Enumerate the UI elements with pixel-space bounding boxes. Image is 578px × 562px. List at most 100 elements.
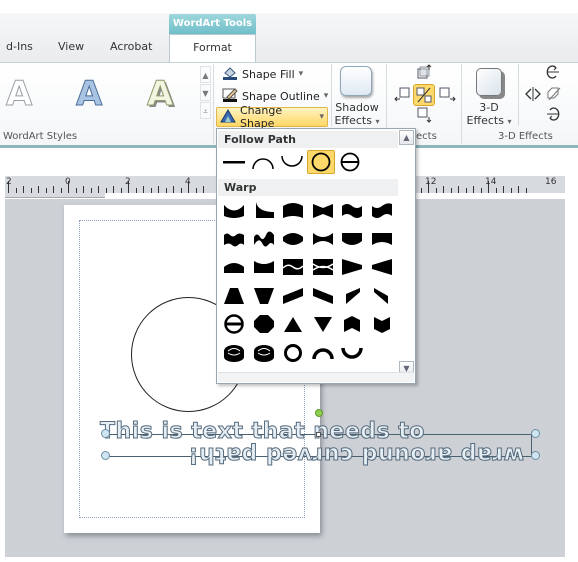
wordart-style-1[interactable]: A (5, 74, 32, 115)
shape-option-wave-1[interactable] (338, 198, 366, 222)
change-shape-button[interactable]: Change Shape ▾ (216, 104, 328, 130)
shadow-effects-icon[interactable] (340, 66, 372, 96)
inflate-top-2-icon (224, 263, 244, 273)
3d-effects-label-1: 3-D (479, 101, 499, 114)
arch-down-pour-icon (341, 347, 363, 359)
nudge-shadow-left-icon[interactable] (394, 86, 412, 106)
wordart-text-line-2[interactable]: wrap around curved path! (188, 442, 525, 468)
shape-option-chevron-down[interactable] (368, 312, 396, 336)
wordart-style-2[interactable]: A (75, 74, 102, 115)
shape-option-wave-2[interactable] (368, 198, 396, 222)
follow-path-header: Follow Path (218, 131, 398, 148)
shape-option-triangle-up-curve[interactable] (220, 198, 248, 222)
shape-option-inflate-top-2[interactable] (220, 255, 248, 279)
shape-option-deflate-inflate[interactable] (279, 255, 307, 279)
inflate-icon (283, 232, 303, 245)
3d-on-off-icon[interactable] (546, 86, 562, 106)
shape-option-deflate-top[interactable] (250, 255, 278, 279)
ruler-tick (188, 181, 189, 193)
shape-option-double-wave-2[interactable] (250, 227, 278, 251)
shape-option-inflate-top[interactable] (309, 198, 337, 222)
shape-option-button-pour[interactable] (220, 312, 248, 336)
gallery-scroll-up[interactable]: ▲ (200, 66, 211, 83)
shape-option-deflate-bottom[interactable] (368, 227, 396, 251)
triangle-up-curve-icon (224, 205, 244, 218)
tab-format[interactable]: Format (169, 34, 256, 63)
shape-option-fade-up[interactable] (220, 284, 248, 308)
3d-effects-button[interactable]: 3-D Effects ▾ (466, 101, 512, 128)
tilt-down-icon[interactable] (546, 106, 560, 126)
arch-down-icon (281, 155, 303, 167)
shape-option-arch-down[interactable] (278, 150, 306, 174)
rotate-handle[interactable] (315, 409, 323, 417)
shape-fill-button[interactable]: Shape Fill ▾ (219, 64, 306, 84)
octagon-icon (253, 315, 274, 333)
fade-right-icon (342, 259, 362, 275)
shape-option-circle[interactable] (307, 150, 335, 174)
ruler-tick (60, 188, 62, 193)
shape-option-plain-text[interactable] (220, 150, 248, 174)
tab-acrobat[interactable]: Acrobat (110, 40, 152, 53)
nudge-shadow-right-icon[interactable] (438, 86, 456, 106)
shape-option-double-wave-1[interactable] (220, 227, 248, 251)
group-separator (518, 64, 519, 126)
shape-option-inflate-bottom[interactable] (338, 227, 366, 251)
inflate-bottom-icon (342, 232, 362, 245)
ruler-tick (173, 186, 174, 193)
shape-option-octagon[interactable] (250, 312, 278, 336)
3d-effects-group-label: 3-D Effects (498, 131, 553, 142)
shape-option-can-up[interactable] (220, 341, 248, 365)
nudge-shadow-up-icon[interactable] (416, 64, 432, 84)
shape-option-fade-down[interactable] (250, 284, 278, 308)
shape-option-slant-up[interactable] (279, 284, 307, 308)
resize-handle[interactable] (531, 429, 540, 438)
gallery-scroll-down[interactable]: ▼ (200, 84, 211, 101)
ruler-tick (90, 188, 92, 193)
shape-option-deflate[interactable] (309, 227, 337, 251)
shape-option-deflate-inflate-deflate[interactable] (309, 255, 337, 279)
paint-bucket-icon (222, 66, 238, 83)
shadow-effects-button[interactable]: Shadow Effects ▾ (334, 101, 380, 128)
ruler-tick (113, 186, 114, 193)
shape-option-button[interactable] (336, 150, 364, 174)
shape-outline-button[interactable]: Shape Outline ▾ (219, 86, 331, 106)
resize-handle[interactable] (101, 429, 110, 438)
shape-option-fade-left[interactable] (368, 255, 396, 279)
nudge-shadow-down-icon[interactable] (416, 107, 432, 127)
tilt-left-icon[interactable] (524, 86, 542, 105)
shape-option-fade-right[interactable] (338, 255, 366, 279)
shape-option-arch-down-pour[interactable] (338, 341, 366, 365)
ruler-tick (53, 186, 54, 193)
shape-option-can-down[interactable] (250, 341, 278, 365)
ruler-tick (23, 186, 24, 193)
deflate-inflate-icon (282, 259, 304, 275)
shape-option-triangle-down[interactable] (309, 312, 337, 336)
wordart-text-line-1[interactable]: This is text that needs to (100, 419, 425, 445)
resize-handle[interactable] (531, 451, 540, 460)
shape-option-chevron-up[interactable] (338, 312, 366, 336)
shape-option-chevron-curve[interactable] (250, 198, 278, 222)
shape-option-inflate[interactable] (279, 227, 307, 251)
wordart-style-3[interactable]: A (146, 74, 173, 115)
shape-option-ring-inside[interactable] (279, 341, 307, 365)
shape-option-triangle-up[interactable] (279, 312, 307, 336)
shape-option-cascade-down[interactable] (368, 284, 396, 308)
shape-option-slant-down[interactable] (309, 284, 337, 308)
gallery-more-button[interactable]: ⩡ (200, 102, 211, 119)
shadow-on-off-button[interactable] (413, 84, 435, 106)
adjust-handle[interactable] (316, 432, 321, 437)
menu-resize-grip[interactable] (218, 372, 414, 382)
tab-view[interactable]: View (58, 40, 84, 53)
shape-option-cascade-up[interactable] (338, 284, 366, 308)
tilt-up-icon[interactable] (546, 64, 560, 84)
shape-option-arch-up[interactable] (249, 150, 277, 174)
double-wave-2-icon (253, 231, 274, 247)
shape-option-wave-up[interactable] (279, 198, 307, 222)
menu-scroll-up[interactable]: ▲ (399, 130, 414, 145)
resize-handle[interactable] (101, 451, 110, 460)
chevron-up-icon (344, 316, 360, 332)
tab-add-ins[interactable]: d-Ins (6, 40, 33, 53)
shape-option-arch-up-pour[interactable] (309, 341, 337, 365)
pencil-icon (222, 87, 238, 105)
3d-effects-icon[interactable] (476, 68, 502, 96)
